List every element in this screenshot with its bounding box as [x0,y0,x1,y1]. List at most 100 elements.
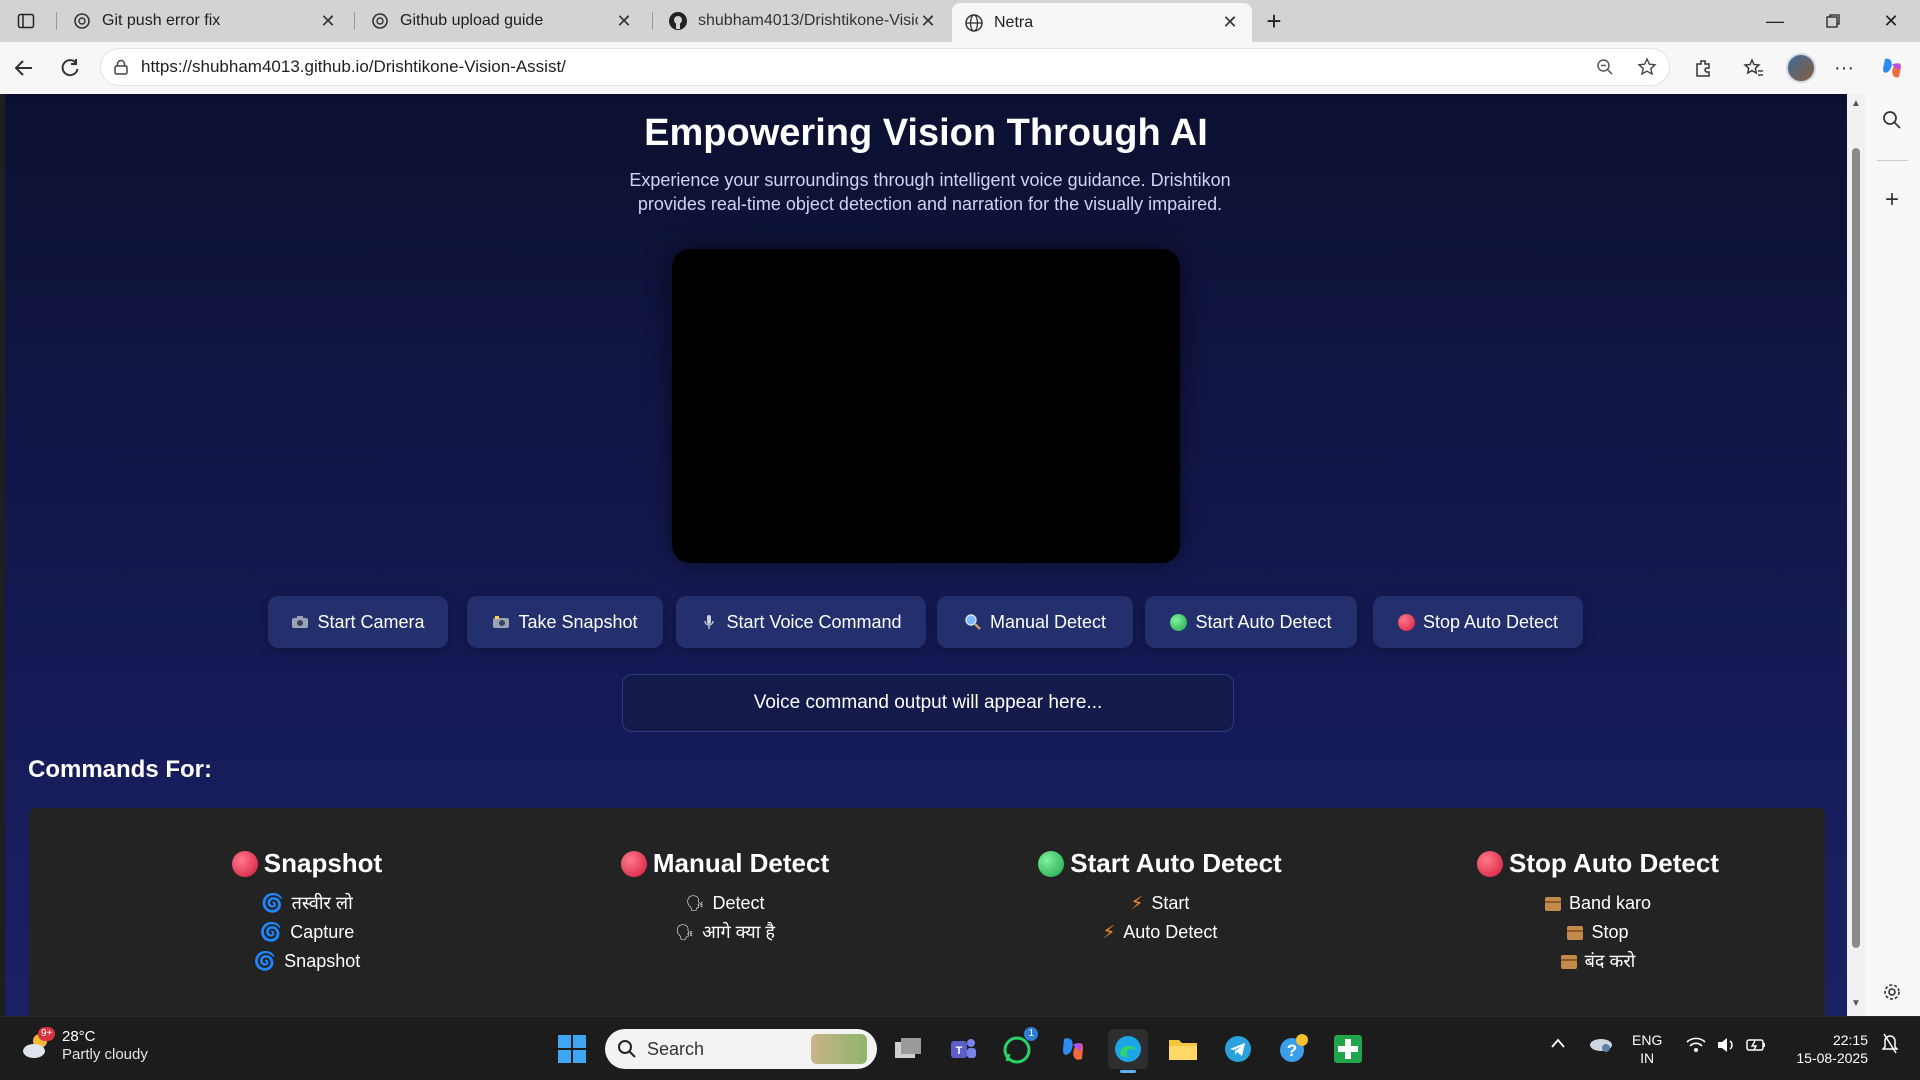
spiral-icon: 🌀 [253,951,277,971]
button-label: Take Snapshot [518,611,638,632]
command-item-text: Capture [290,922,355,942]
close-tab-icon[interactable]: ✕ [1220,12,1240,33]
battery-icon[interactable] [1746,1037,1766,1057]
globe-icon [964,13,984,33]
start-voice-command-button[interactable]: Start Voice Command [676,596,926,648]
sidebar-settings-gear-icon[interactable] [1874,974,1910,1010]
sidebar-divider [1877,160,1908,161]
camera-icon [291,613,309,631]
page-scrollbar[interactable]: ▲ ▼ [1847,94,1865,1016]
telegram-icon[interactable] [1218,1029,1258,1069]
camera-flash-icon [492,613,510,631]
scrollbar-thumb[interactable] [1852,148,1860,948]
favorites-icon[interactable] [1736,51,1772,85]
tab-github-upload[interactable]: Github upload guide ✕ [358,3,646,39]
copilot-app-icon[interactable] [1053,1029,1093,1069]
notification-bell-icon[interactable] [1881,1031,1899,1059]
tab-actions-icon[interactable] [10,6,42,36]
add-sidebar-app-icon[interactable]: + [1874,182,1910,218]
take-snapshot-button[interactable]: Take Snapshot [467,596,663,648]
search-icon[interactable] [1874,102,1910,138]
help-icon[interactable]: ? [1273,1029,1313,1069]
volume-icon[interactable] [1716,1037,1736,1057]
clock-date: 15-08-2025 [1796,1050,1868,1066]
stop-auto-detect-button[interactable]: Stop Auto Detect [1373,596,1583,648]
zoom-icon[interactable] [1585,58,1625,76]
address-bar[interactable]: https://shubham4013.github.io/Drishtikon… [100,48,1670,86]
tab-git-push[interactable]: Git push error fix ✕ [60,3,350,39]
new-tab-button[interactable]: + [1258,6,1290,36]
tab-github-repo[interactable]: shubham4013/Drishtikone-Vision ✕ [656,3,950,39]
command-item: 🗣 आगे क्या है [525,918,925,947]
language-indicator[interactable]: ENG IN [1632,1031,1662,1067]
package-icon [1560,954,1577,969]
speaking-head-icon: 🗣 [685,895,705,912]
close-window-button[interactable]: ✕ [1868,6,1914,36]
start-camera-button[interactable]: Start Camera [268,596,448,648]
package-icon [1544,896,1561,911]
button-label: Manual Detect [989,611,1107,632]
start-auto-detect-button[interactable]: Start Auto Detect [1145,596,1357,648]
command-group-title: Start Auto Detect [960,848,1360,879]
spiral-icon: 🌀 [261,893,284,913]
command-item: 🌀 Capture [107,918,507,947]
favorite-star-icon[interactable] [1625,57,1669,77]
back-button[interactable] [6,51,42,85]
task-view-icon[interactable] [888,1029,928,1069]
svg-text:?: ? [1287,1041,1297,1060]
scroll-down-arrow-icon[interactable]: ▼ [1850,998,1862,1010]
weather-condition: Partly cloudy [62,1046,148,1063]
copilot-icon[interactable] [1874,51,1910,85]
whatsapp-badge: 1 [1024,1027,1038,1041]
browser-toolbar: https://shubham4013.github.io/Drishtikon… [0,42,1920,94]
spiral-icon: 🌀 [259,922,283,942]
tab-netra[interactable]: Netra ✕ [952,3,1252,42]
system-clock[interactable]: 22:15 15-08-2025 [1778,1031,1868,1067]
close-tab-icon[interactable]: ✕ [918,11,938,31]
speaking-head-icon: 🗣 [675,924,695,941]
tab-strip: Git push error fix ✕ Github upload guide… [0,0,1920,42]
command-group-title: Stop Auto Detect [1398,848,1798,879]
active-app-indicator [1120,1070,1136,1073]
wifi-icon[interactable] [1686,1037,1706,1057]
tab-separator [56,12,57,30]
onedrive-sync-icon[interactable] [1588,1033,1614,1057]
extensions-icon[interactable] [1686,51,1722,85]
refresh-button[interactable] [52,51,88,85]
show-hidden-icons[interactable] [1550,1035,1566,1053]
language-code: ENG [1632,1032,1663,1048]
restore-button[interactable] [1810,6,1856,36]
minimize-button[interactable]: — [1752,6,1798,36]
svg-text:T: T [956,1045,963,1057]
close-tab-icon[interactable]: ✕ [318,11,338,31]
site-info-icon[interactable] [101,59,141,75]
command-item-text: तस्वीर लो [291,893,353,913]
file-explorer-icon[interactable] [1163,1029,1203,1069]
command-group-start-auto-detect: Start Auto Detect ⚡ Start ⚡ Auto Detect [960,848,1360,947]
taskbar-search[interactable]: Search [605,1029,877,1069]
tab-title: Netra [994,13,1034,31]
command-title-text: Stop Auto Detect [1509,848,1719,878]
weather-badge: 9+ [38,1026,56,1041]
scroll-up-arrow-icon[interactable]: ▲ [1850,98,1862,110]
spreadsheet-app-icon[interactable] [1328,1029,1368,1069]
profile-avatar[interactable] [1786,53,1816,83]
more-options-icon[interactable]: ··· [1826,51,1862,85]
edge-browser-icon[interactable] [1108,1029,1148,1073]
windows-start-icon[interactable] [552,1029,592,1069]
whatsapp-icon[interactable]: 1 [998,1027,1038,1069]
command-group-title: Snapshot [107,848,507,879]
command-item: 🌀 तस्वीर लो [107,889,507,918]
region-code: IN [1640,1050,1655,1066]
manual-detect-button[interactable]: Manual Detect [937,596,1133,648]
teams-icon[interactable]: T [943,1029,983,1069]
command-item: 🌀 Snapshot [107,947,507,976]
clock-time: 22:15 [1832,1032,1868,1048]
tab-title: Git push error fix [102,12,221,29]
tab-title: Github upload guide [400,12,544,29]
close-tab-icon[interactable]: ✕ [614,11,634,31]
button-label: Start Voice Command [726,611,902,632]
camera-preview [672,249,1180,563]
url-text[interactable]: https://shubham4013.github.io/Drishtikon… [141,57,1585,77]
weather-widget[interactable]: 9+ 28°C Partly cloudy [20,1026,148,1063]
